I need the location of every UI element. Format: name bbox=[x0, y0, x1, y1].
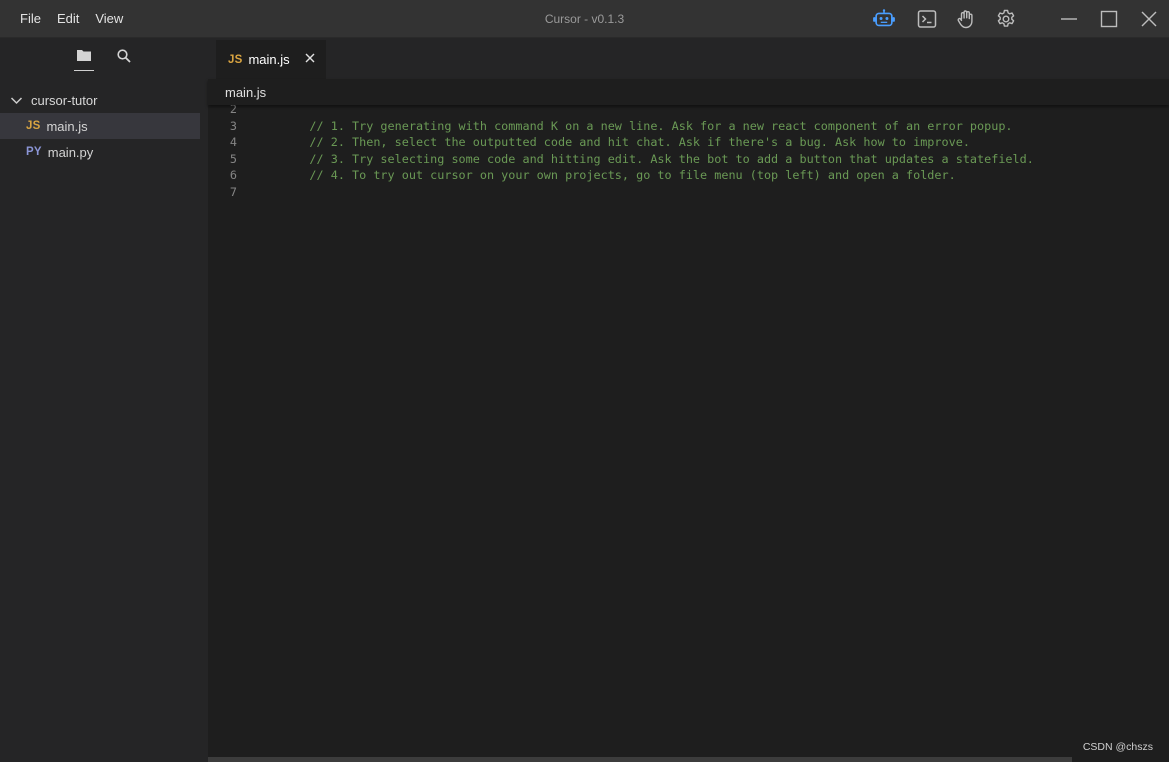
menu-edit[interactable]: Edit bbox=[49, 0, 87, 38]
code-text: // 4. To try out cursor on your own proj… bbox=[281, 168, 956, 182]
horizontal-scrollbar[interactable] bbox=[208, 757, 1072, 762]
menu-bar: File Edit View bbox=[0, 0, 131, 38]
maximize-icon[interactable] bbox=[1097, 7, 1121, 31]
line-number: 3 bbox=[229, 118, 237, 133]
line-number: 5 bbox=[229, 151, 237, 166]
code-text: // 1. Try generating with command K on a… bbox=[281, 118, 1013, 133]
folder-icon[interactable] bbox=[74, 48, 94, 71]
close-icon[interactable] bbox=[1137, 7, 1161, 31]
sidebar: cursor-tutor JS main.js PY main.py bbox=[0, 38, 208, 762]
folder-name: cursor-tutor bbox=[31, 92, 98, 108]
tab-label: main.js bbox=[248, 52, 290, 67]
editor-tab-bar: JS main.js bbox=[208, 38, 1169, 79]
minimize-icon[interactable] bbox=[1057, 7, 1081, 31]
folder-cursor-tutor[interactable]: cursor-tutor bbox=[10, 90, 97, 110]
menu-view[interactable]: View bbox=[87, 0, 131, 38]
code-line: 6 // 4. To try out cursor on your own pr… bbox=[208, 167, 1169, 184]
line-number: 7 bbox=[229, 184, 237, 199]
line-number: 6 bbox=[229, 168, 237, 182]
file-name: main.py bbox=[47, 144, 94, 160]
code-editor[interactable]: 2 3 // 1. Try generating with command K … bbox=[208, 105, 1169, 757]
tab-main-js[interactable]: JS main.js bbox=[216, 40, 326, 79]
search-icon[interactable] bbox=[114, 48, 134, 70]
file-name: main.js bbox=[46, 118, 88, 134]
code-line: 2 bbox=[208, 105, 1169, 118]
code-line: 4 // 2. Then, select the outputted code … bbox=[208, 134, 1169, 151]
tab-close-icon[interactable] bbox=[304, 52, 316, 64]
line-number: 4 bbox=[229, 135, 237, 149]
toolbar bbox=[872, 0, 896, 38]
watermark: CSDN @chszs bbox=[1082, 741, 1153, 753]
chevron-down-icon bbox=[10, 94, 23, 107]
js-file-icon: JS bbox=[228, 53, 243, 66]
code-line: 3 // 1. Try generating with command K on… bbox=[208, 118, 1169, 135]
code-line: 7 bbox=[208, 184, 1169, 201]
code-line: 5 // 3. Try selecting some code and hitt… bbox=[208, 151, 1169, 168]
file-item-main-js[interactable]: JS main.js bbox=[0, 113, 200, 139]
breadcrumb[interactable]: main.js bbox=[208, 79, 1169, 105]
terminal-icon[interactable] bbox=[915, 7, 939, 31]
sidebar-tabs bbox=[0, 38, 208, 78]
py-file-icon: PY bbox=[26, 146, 42, 158]
code-text: // 3. Try selecting some code and hittin… bbox=[281, 151, 1034, 166]
js-file-icon: JS bbox=[26, 120, 41, 132]
code-text: // 2. Then, select the outputted code an… bbox=[281, 135, 970, 149]
robot-icon[interactable] bbox=[872, 7, 896, 31]
file-item-main-py[interactable]: PY main.py bbox=[0, 139, 200, 165]
menu-file[interactable]: File bbox=[12, 0, 49, 38]
title-bar: File Edit View Cursor - v0.1.3 bbox=[0, 0, 1169, 38]
line-number: 2 bbox=[229, 105, 237, 116]
gear-icon[interactable] bbox=[994, 7, 1018, 31]
hand-icon[interactable] bbox=[954, 7, 978, 31]
